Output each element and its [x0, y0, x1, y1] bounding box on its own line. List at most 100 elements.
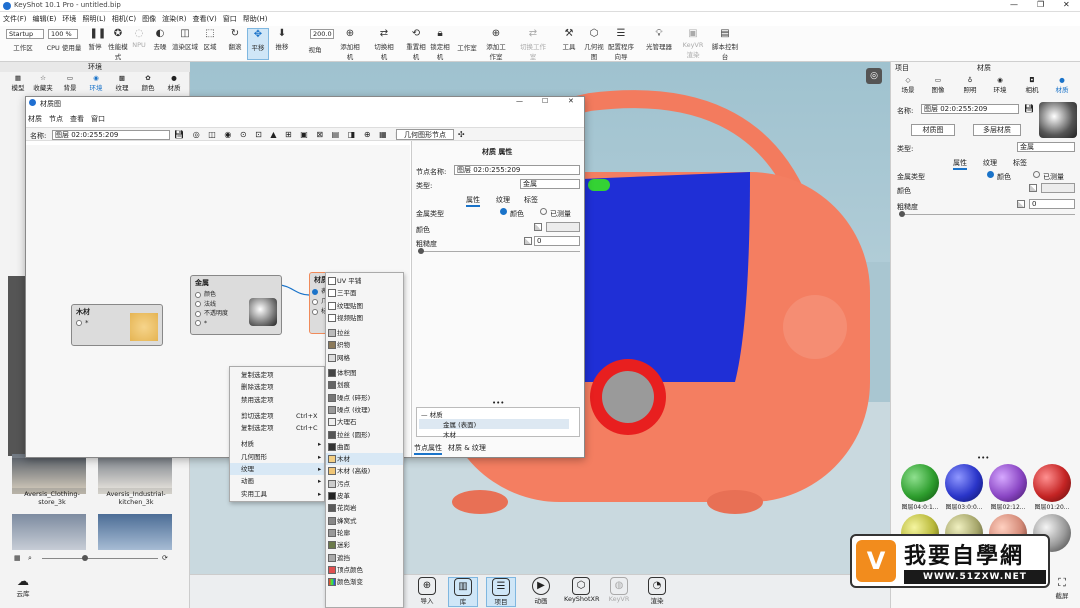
tab-environment[interactable]: ◉ 环境	[987, 76, 1013, 94]
menu-item-texture[interactable]: 纹理 ▸	[230, 463, 324, 476]
menu-camera[interactable]: 相机(C)	[112, 15, 136, 23]
texture-item[interactable]: 体积图	[326, 367, 403, 379]
menu-item-disable-selected[interactable]: 禁用选定项	[230, 394, 324, 406]
texture-item[interactable]: 遮挡	[326, 552, 403, 564]
node-port[interactable]	[312, 308, 318, 315]
material-graph-button[interactable]: 材质图	[911, 124, 955, 136]
material-swatch[interactable]	[1033, 464, 1071, 502]
screenshot-button[interactable]: ⛶ 截屏	[1047, 576, 1077, 600]
texture-item[interactable]: 噪点 (碎形)	[326, 392, 403, 404]
search-icon[interactable]: ⌕	[28, 554, 32, 563]
configurator-wizard-button[interactable]: ☰ 配置程序向导	[606, 28, 636, 61]
props-tab-properties[interactable]: 属性	[466, 195, 480, 207]
pause-button[interactable]: ❚❚ 暂停	[84, 28, 107, 60]
keyshotxr-button[interactable]: ⬡ KeyShotXR	[564, 577, 600, 603]
texture-item[interactable]: 皮革	[326, 490, 403, 502]
pan-button[interactable]: ✥ 平移	[247, 28, 269, 60]
texture-item[interactable]: 噪点 (纹理)	[326, 404, 403, 416]
texture-toggle-icon[interactable]	[534, 223, 542, 231]
tab-environments[interactable]: ◉ 环境	[84, 74, 108, 92]
zoom-select[interactable]: 100 %	[48, 29, 78, 39]
props-roughness-handle[interactable]	[418, 248, 424, 254]
props-roughness-slider[interactable]	[418, 251, 580, 252]
env-thumb[interactable]	[98, 514, 172, 550]
multi-material-button[interactable]: 多层材质	[973, 124, 1021, 136]
lock-camera-button[interactable]: 🔒︎ 锁定相机	[428, 28, 452, 61]
texture-item[interactable]: 顶点颜色	[326, 564, 403, 576]
props-color-swatch[interactable]	[546, 222, 580, 232]
dolly-button[interactable]: ⬇ 推移	[271, 28, 293, 60]
grid-view-icon[interactable]: ▦	[14, 554, 21, 562]
node-port[interactable]	[195, 320, 201, 326]
minimize-icon[interactable]: —	[1010, 0, 1018, 9]
refresh-icon[interactable]: ⟳	[162, 554, 168, 562]
texture-item[interactable]: 拉丝	[326, 327, 403, 339]
menu-node[interactable]: 节点	[49, 115, 63, 123]
node-port[interactable]	[195, 310, 201, 317]
menu-item-animation[interactable]: 动画 ▸	[230, 475, 324, 487]
menu-file[interactable]: 文件(F)	[3, 15, 27, 23]
project-button[interactable]: ☰ 项目	[486, 577, 516, 607]
menu-item-delete-selected[interactable]: 删除选定项	[230, 381, 324, 393]
node-port[interactable]	[312, 298, 318, 305]
node-port[interactable]	[76, 320, 82, 326]
tab-image[interactable]: ▭ 图像	[925, 76, 951, 94]
script-console-button[interactable]: ▤ 脚本控制台	[712, 28, 738, 61]
roughness-slider[interactable]	[899, 214, 1075, 215]
cloud-library-button[interactable]: ☁ 云库	[8, 574, 38, 598]
reset-camera-button[interactable]: ⟲ 重置相机	[404, 28, 428, 61]
texture-item[interactable]: 迷彩	[326, 539, 403, 551]
menu-environment[interactable]: 环境	[62, 15, 76, 23]
texture-toggle-icon[interactable]	[1017, 200, 1025, 208]
texture-item[interactable]: 大理石	[326, 416, 403, 428]
tab-backplates[interactable]: ▭ 背景	[58, 74, 82, 92]
geometry-view-button[interactable]: ⬡ 几何视图	[582, 28, 606, 61]
type-select[interactable]: 金属	[1017, 142, 1075, 152]
texture-item[interactable]: 蜂窝式	[326, 515, 403, 527]
tab-lighting[interactable]: ♁ 照明	[957, 76, 983, 94]
tree-item[interactable]: 木材	[443, 429, 456, 439]
tab-scene[interactable]: ◇ 场景	[895, 76, 921, 94]
node-port[interactable]	[195, 301, 201, 307]
subtab-properties[interactable]: 属性	[953, 158, 967, 170]
props-tab-texture[interactable]: 纹理	[496, 195, 510, 205]
render-button[interactable]: ◔ 渲染	[642, 577, 672, 605]
texture-item[interactable]: 纹理贴图	[326, 300, 403, 312]
menu-edit[interactable]: 编辑(E)	[33, 15, 57, 23]
light-manager-button[interactable]: 💡︎ 光管理器	[642, 28, 676, 60]
texture-item[interactable]: UV 平铺	[326, 275, 403, 287]
slider-handle[interactable]	[82, 555, 88, 561]
region-button[interactable]: ⬚ 区域	[200, 28, 220, 60]
node-port[interactable]	[312, 288, 318, 295]
denoise-button[interactable]: ◐ 去噪	[150, 28, 170, 60]
env-thumb-strip[interactable]	[8, 276, 26, 456]
material-swatch[interactable]	[989, 464, 1027, 502]
tab-node-properties[interactable]: 节点属性	[414, 443, 442, 455]
workspace-select[interactable]: Startup	[6, 29, 44, 39]
menu-item-cut-selected[interactable]: 剪切选定项 Ctrl+X	[230, 410, 324, 422]
menu-view[interactable]: 查看	[70, 115, 84, 123]
npu-button[interactable]: ◌ NPU	[130, 28, 148, 60]
save-icon[interactable]: 💾︎	[1024, 104, 1034, 113]
tab-camera[interactable]: ◘ 相机	[1019, 76, 1045, 94]
texture-item[interactable]: 网格	[326, 352, 403, 364]
tumble-button[interactable]: ↻ 翻滚	[224, 28, 246, 60]
material-swatch[interactable]	[901, 464, 939, 502]
menu-window[interactable]: 窗口	[223, 15, 237, 23]
name-input[interactable]: 图层 02:0:255:209	[921, 104, 1019, 114]
menu-item-geometry[interactable]: 几何图形 ▸	[230, 451, 324, 463]
library-button[interactable]: ▥ 库	[448, 577, 478, 607]
minimize-icon[interactable]: —	[516, 97, 523, 105]
props-radio-measured[interactable]	[540, 208, 547, 215]
menu-lighting[interactable]: 照明(L)	[82, 15, 105, 23]
texture-item[interactable]: 木材 (高级)	[326, 465, 403, 477]
subtab-label[interactable]: 标签	[1013, 158, 1027, 168]
tree-root[interactable]: — 材质	[421, 409, 443, 419]
texture-item[interactable]: 污点	[326, 478, 403, 490]
tab-models[interactable]: ▦ 模型	[6, 74, 30, 92]
texture-item[interactable]: 轮廓	[326, 527, 403, 539]
tree-item-selected[interactable]: 金属 (表面)	[419, 419, 569, 429]
focal-length-input[interactable]: 200.0	[310, 29, 334, 39]
menu-view[interactable]: 查看(V)	[192, 15, 216, 23]
viewport-settings-icon[interactable]: ◎	[866, 68, 882, 84]
